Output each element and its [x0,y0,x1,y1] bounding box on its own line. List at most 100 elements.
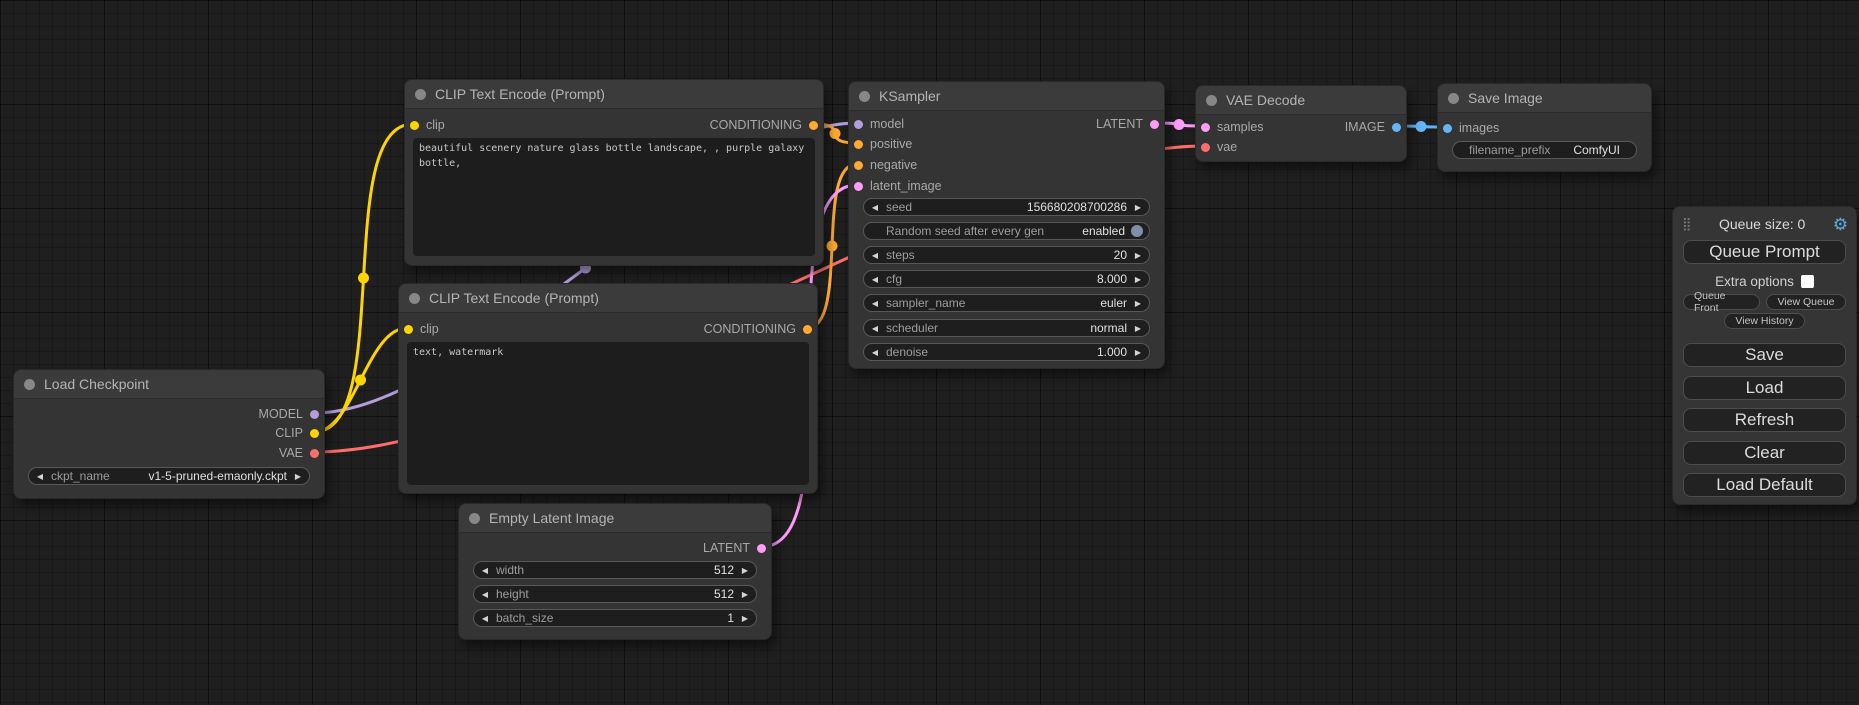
view-queue-button[interactable]: View Queue [1766,294,1846,310]
widget-sampler-name[interactable]: ◀sampler_nameeuler▶ [863,294,1150,312]
widget-random-seed-after-every-gen[interactable]: Random seed after every genenabled [863,222,1150,240]
collapse-dot-icon[interactable] [1448,93,1459,104]
load-button[interactable]: Load [1683,376,1846,400]
queue-prompt-button[interactable]: Queue Prompt [1683,240,1846,264]
output-slot-label: CONDITIONING [710,118,802,132]
toggle-dot-icon[interactable] [1131,225,1143,237]
node-title-bar[interactable]: Empty Latent Image [459,504,771,533]
drag-handle-icon[interactable]: ⣿ [1682,218,1692,231]
decrement-arrow-icon[interactable]: ◀ [864,203,886,212]
extra-options-checkbox[interactable] [1801,275,1814,288]
collapse-dot-icon[interactable] [1206,95,1217,106]
node-empty-latent-image[interactable]: Empty Latent ImageLATENT◀width512▶◀heigh… [458,503,772,640]
increment-arrow-icon[interactable]: ▶ [1127,348,1149,357]
increment-arrow-icon[interactable]: ▶ [1127,203,1149,212]
decrement-arrow-icon[interactable]: ◀ [864,275,886,284]
widget-height[interactable]: ◀height512▶ [473,585,757,603]
input-slot-dot[interactable] [1443,124,1452,133]
prompt-textarea[interactable]: text, watermark [407,342,809,485]
view-history-button[interactable]: View History [1724,313,1805,329]
input-slot-dot[interactable] [404,325,413,334]
widget-scheduler[interactable]: ◀scheduler normal▶ [863,319,1150,337]
collapse-dot-icon[interactable] [409,293,420,304]
increment-arrow-icon[interactable]: ▶ [1127,251,1149,260]
widget-label: steps [886,248,915,262]
output-slot-dot[interactable] [1392,123,1401,132]
output-slot-dot[interactable] [809,121,818,130]
input-slot-negative: negative [854,157,917,173]
output-slot-dot[interactable] [757,544,766,553]
widget-batch-size[interactable]: ◀batch_size1▶ [473,609,757,627]
increment-arrow-icon[interactable]: ▶ [734,566,756,575]
decrement-arrow-icon[interactable]: ◀ [864,324,886,333]
output-slot-dot[interactable] [803,325,812,334]
widget-label: scheduler [886,321,938,335]
widget-steps[interactable]: ◀steps20▶ [863,246,1150,264]
input-slot-dot[interactable] [854,140,863,149]
input-slot-dot[interactable] [854,161,863,170]
node-title-bar[interactable]: VAE Decode [1196,86,1406,115]
node-title-bar[interactable]: CLIP Text Encode (Prompt) [405,80,823,109]
node-title-bar[interactable]: Save Image [1438,84,1651,113]
widget-ckpt-name[interactable]: ◀ckpt_namev1-5-pruned-emaonly.ckpt▶ [28,467,310,485]
decrement-arrow-icon[interactable]: ◀ [864,299,886,308]
widget-label: batch_size [496,611,553,625]
node-clip-text-encode-positive[interactable]: CLIP Text Encode (Prompt)clipCONDITIONIN… [404,79,824,266]
increment-arrow-icon[interactable]: ▶ [1127,324,1149,333]
node-save-image[interactable]: Save Image images filename_prefixComfyUI [1437,83,1652,172]
save-button[interactable]: Save [1683,343,1846,367]
decrement-arrow-icon[interactable]: ◀ [864,348,886,357]
node-title-bar[interactable]: CLIP Text Encode (Prompt) [399,284,817,313]
node-graph-canvas[interactable]: Load CheckpointMODELCLIPVAE◀ckpt_namev1-… [0,0,1859,705]
input-slot-dot[interactable] [1201,123,1210,132]
input-slot-label: images [1459,121,1499,135]
widget-seed[interactable]: ◀seed156680208700286▶ [863,198,1150,216]
node-title-bar[interactable]: Load Checkpoint [14,370,324,399]
collapse-dot-icon[interactable] [24,379,35,390]
output-slot-label: MODEL [259,407,303,421]
widget-label: height [496,587,529,601]
refresh-button[interactable]: Refresh [1683,408,1846,432]
increment-arrow-icon[interactable]: ▶ [734,614,756,623]
collapse-dot-icon[interactable] [469,513,480,524]
decrement-arrow-icon[interactable]: ◀ [29,472,51,481]
collapse-dot-icon[interactable] [415,89,426,100]
output-slot-dot[interactable] [310,429,319,438]
widget-value: 512 [714,563,734,577]
input-slot-dot[interactable] [854,182,863,191]
output-slot-label: IMAGE [1345,120,1385,134]
output-slot-dot[interactable] [310,449,319,458]
prompt-textarea[interactable]: beautiful scenery nature glass bottle la… [413,138,815,256]
collapse-dot-icon[interactable] [859,91,870,102]
decrement-arrow-icon[interactable]: ◀ [474,614,496,623]
input-slot-dot[interactable] [410,121,419,130]
node-clip-text-encode-negative[interactable]: CLIP Text Encode (Prompt)clipCONDITIONIN… [398,283,818,494]
output-slot-conditioning: CONDITIONING [710,117,818,133]
gear-icon[interactable]: ⚙ [1833,216,1848,233]
decrement-arrow-icon[interactable]: ◀ [864,251,886,260]
increment-arrow-icon[interactable]: ▶ [287,472,309,481]
widget-value: normal [1090,321,1127,335]
increment-arrow-icon[interactable]: ▶ [734,590,756,599]
node-load-checkpoint[interactable]: Load CheckpointMODELCLIPVAE◀ckpt_namev1-… [13,369,325,499]
queue-front-button[interactable]: Queue Front [1683,294,1760,310]
widget-denoise[interactable]: ◀denoise1.000▶ [863,343,1150,361]
clear-button[interactable]: Clear [1683,441,1846,465]
widget-width[interactable]: ◀width512▶ [473,561,757,579]
output-slot-label: LATENT [703,541,750,555]
output-slot-dot[interactable] [1150,120,1159,129]
output-slot-dot[interactable] [310,410,319,419]
node-title-bar[interactable]: KSampler [849,82,1164,111]
increment-arrow-icon[interactable]: ▶ [1127,275,1149,284]
decrement-arrow-icon[interactable]: ◀ [474,590,496,599]
decrement-arrow-icon[interactable]: ◀ [474,566,496,575]
increment-arrow-icon[interactable]: ▶ [1127,299,1149,308]
input-slot-dot[interactable] [854,120,863,129]
input-slot-dot[interactable] [1201,143,1210,152]
output-slot-label: VAE [279,446,303,460]
load-default-button[interactable]: Load Default [1683,473,1846,497]
node-vae-decode[interactable]: VAE DecodesamplesvaeIMAGE [1195,85,1407,162]
node-ksampler[interactable]: KSamplermodelpositivenegativelatent_imag… [848,81,1165,369]
widget-filename-prefix[interactable]: filename_prefixComfyUI [1452,141,1637,159]
widget-cfg[interactable]: ◀cfg8.000▶ [863,270,1150,288]
